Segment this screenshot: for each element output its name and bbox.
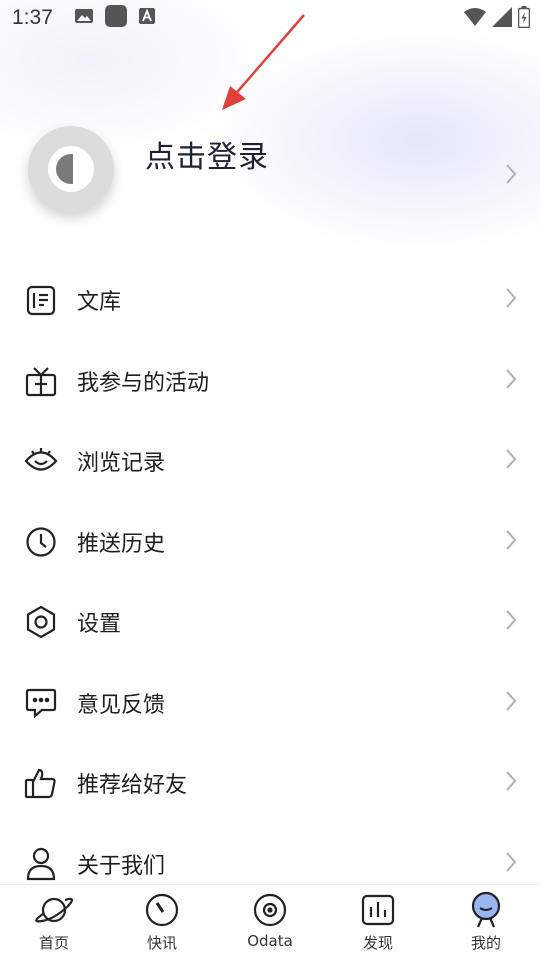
tab-home[interactable]: 首页 [0, 885, 108, 960]
tab-label-mine: 我的 [470, 934, 501, 952]
menu-label-activities: 我参与的活动 [77, 370, 210, 396]
menu-item-library[interactable]: 文库 [0, 260, 540, 341]
chevron-right-icon [504, 286, 518, 314]
chevron-right-icon [504, 447, 518, 475]
chevron-right-icon [504, 367, 518, 395]
menu-item-feedback[interactable]: 意见反馈 [0, 663, 540, 744]
tab-odata[interactable]: Odata [216, 885, 324, 960]
menu-item-push-history[interactable]: 推送历史 [0, 502, 540, 583]
menu-list: 文库 我参与的活动 浏览记录 推送历史 设置 意见反馈 推荐给好友 关于我们 [0, 260, 540, 904]
clock-icon [24, 525, 58, 559]
eye-icon [24, 444, 58, 478]
menu-item-recommend[interactable]: 推荐给好友 [0, 743, 540, 824]
thumbs-up-icon [24, 766, 58, 800]
profile-avatar-icon [468, 891, 504, 928]
avatar-placeholder-icon[interactable] [28, 126, 114, 212]
menu-label-feedback: 意见反馈 [77, 692, 166, 718]
menu-item-history[interactable]: 浏览记录 [0, 421, 540, 502]
login-header[interactable]: 点击登录 [0, 110, 540, 230]
tab-mine[interactable]: 我的 [432, 885, 540, 960]
menu-label-push-history: 推送历史 [77, 531, 166, 557]
chevron-right-icon [504, 769, 518, 797]
disc-icon [252, 892, 288, 928]
library-icon [24, 283, 58, 317]
menu-item-settings[interactable]: 设置 [0, 582, 540, 663]
tab-label-discover: 发现 [362, 934, 393, 952]
chevron-right-icon [504, 528, 518, 556]
tab-discover[interactable]: 发现 [324, 885, 432, 960]
menu-label-library: 文库 [77, 290, 122, 316]
hexagon-settings-icon [24, 605, 58, 639]
login-prompt[interactable]: 点击登录 [145, 132, 269, 176]
tab-label-odata: Odata [247, 932, 293, 950]
planet-icon [34, 892, 74, 928]
menu-label-history: 浏览记录 [77, 451, 166, 477]
chevron-right-icon [504, 850, 518, 878]
person-icon [24, 847, 58, 881]
gift-icon [24, 364, 58, 398]
menu-item-activities[interactable]: 我参与的活动 [0, 341, 540, 422]
tab-label-news: 快讯 [146, 934, 177, 952]
menu-label-settings: 设置 [77, 612, 122, 638]
chevron-right-icon [504, 608, 518, 636]
tab-news[interactable]: 快讯 [108, 885, 216, 960]
chat-bubble-icon [24, 686, 58, 720]
gauge-icon [144, 892, 180, 928]
chevron-right-icon [504, 162, 518, 190]
bottom-tab-bar: 首页 快讯 Odata 发现 我的 [0, 884, 540, 960]
menu-label-about: 关于我们 [77, 853, 166, 879]
menu-label-recommend: 推荐给好友 [77, 773, 188, 799]
tab-label-home: 首页 [38, 934, 69, 952]
bar-chart-icon [360, 892, 396, 928]
chevron-right-icon [504, 689, 518, 717]
